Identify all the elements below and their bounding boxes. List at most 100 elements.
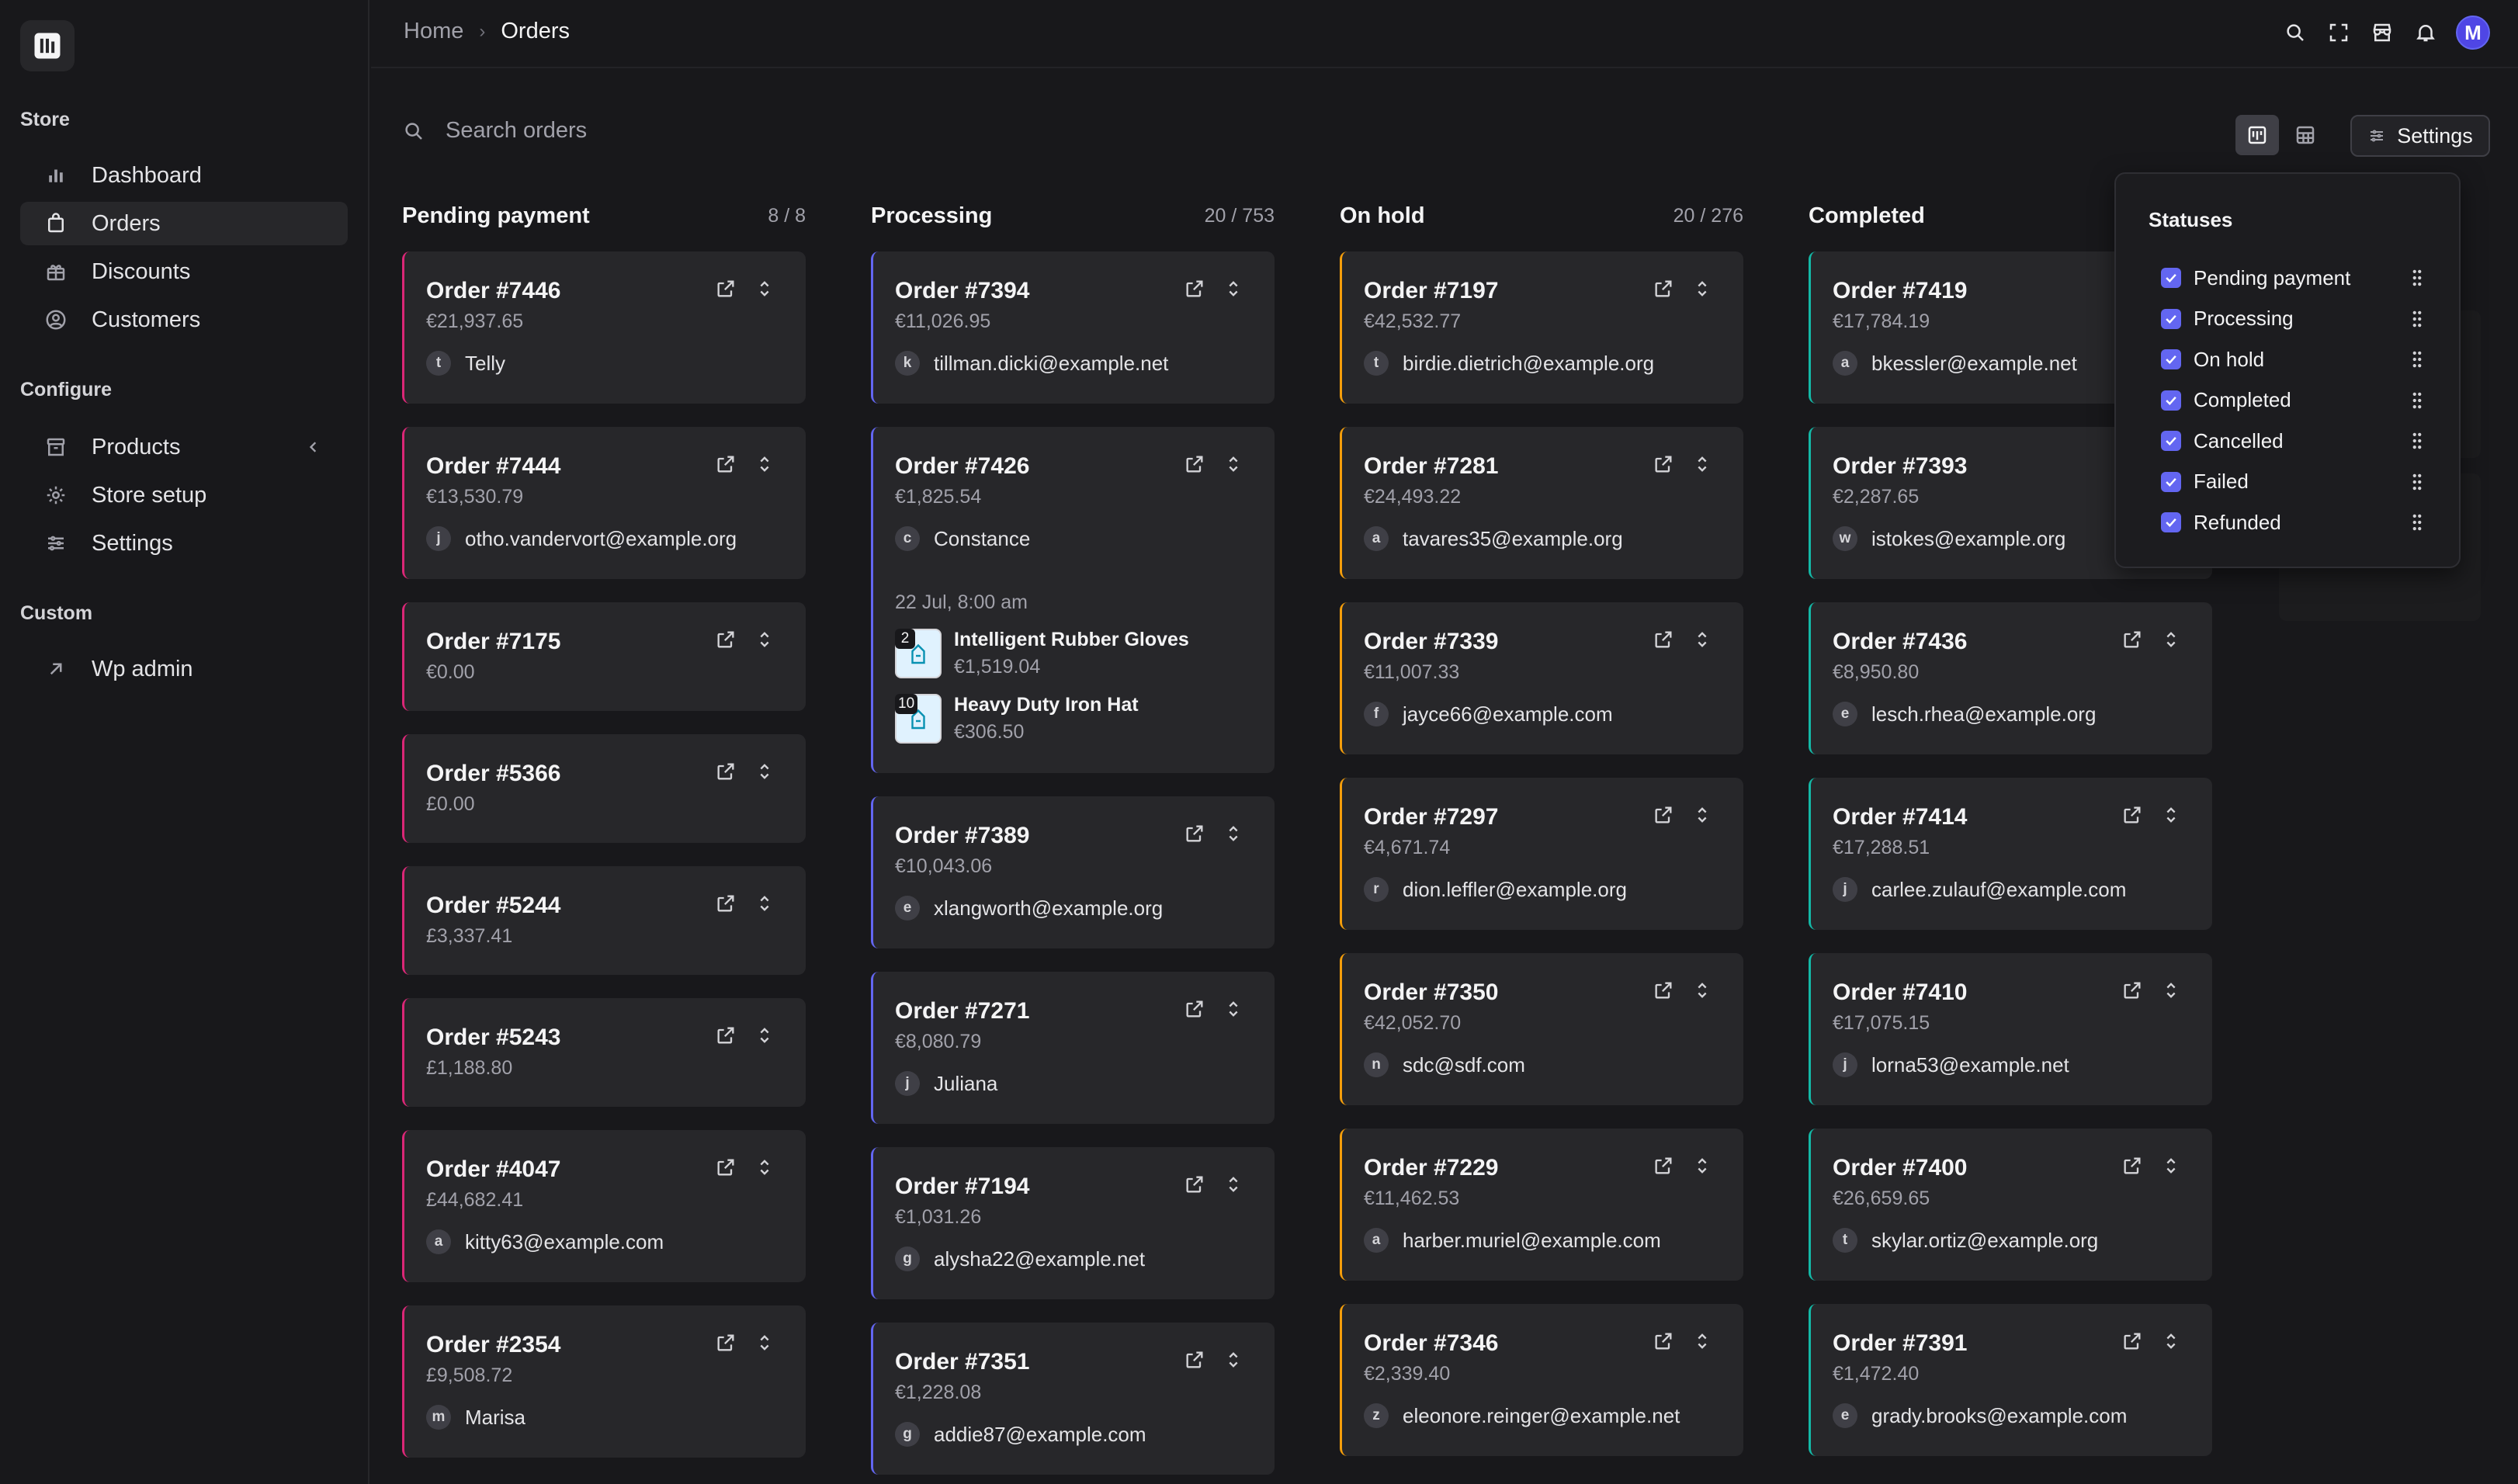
- expand-collapse-icon[interactable]: [1223, 1174, 1249, 1200]
- expand-collapse-icon[interactable]: [754, 893, 780, 919]
- order-card[interactable]: Order #7444 €13,530.79 j otho.vandervort@ex…: [402, 427, 806, 579]
- order-card[interactable]: Order #7339 €11,007.33 f jayce66@example.co…: [1340, 602, 1743, 754]
- order-card[interactable]: Order #7391 €1,472.40 e grady.brooks@exampl…: [1809, 1304, 2212, 1456]
- expand-collapse-icon[interactable]: [754, 278, 780, 304]
- open-external-icon[interactable]: [715, 453, 741, 480]
- drag-handle-icon[interactable]: [2409, 349, 2425, 369]
- expand-collapse-icon[interactable]: [754, 1332, 780, 1358]
- open-external-icon[interactable]: [2121, 1155, 2148, 1181]
- expand-collapse-icon[interactable]: [1691, 980, 1718, 1006]
- open-external-icon[interactable]: [715, 1156, 741, 1183]
- status-checkbox[interactable]: [2161, 512, 2181, 532]
- order-card[interactable]: Order #7351 €1,228.08 g addie87@example.com: [871, 1323, 1275, 1475]
- expand-collapse-icon[interactable]: [2160, 980, 2187, 1006]
- open-external-icon[interactable]: [1653, 1155, 1679, 1181]
- open-external-icon[interactable]: [1184, 998, 1210, 1025]
- order-card[interactable]: Order #7389 €10,043.06 e xlangworth@example…: [871, 796, 1275, 948]
- order-card[interactable]: Order #7175 €0.00: [402, 602, 806, 711]
- order-card[interactable]: Order #7194 €1,031.26 g alysha22@example.ne…: [871, 1147, 1275, 1299]
- status-checkbox[interactable]: [2161, 471, 2181, 492]
- open-external-icon[interactable]: [2121, 1330, 2148, 1357]
- sidebar-item-wp-admin[interactable]: Wp admin: [20, 647, 348, 691]
- open-external-icon[interactable]: [1653, 804, 1679, 830]
- expand-collapse-icon[interactable]: [2160, 629, 2187, 655]
- expand-collapse-icon[interactable]: [754, 1025, 780, 1051]
- open-external-icon[interactable]: [1184, 823, 1210, 849]
- store-icon[interactable]: [2369, 19, 2395, 46]
- order-card[interactable]: Order #5244 £3,337.41: [402, 866, 806, 975]
- open-external-icon[interactable]: [1653, 453, 1679, 480]
- open-external-icon[interactable]: [715, 278, 741, 304]
- status-checkbox[interactable]: [2161, 349, 2181, 369]
- chevron-left-icon[interactable]: [303, 436, 324, 458]
- bell-icon[interactable]: [2412, 19, 2439, 46]
- expand-collapse-icon[interactable]: [2160, 1330, 2187, 1357]
- open-external-icon[interactable]: [1184, 453, 1210, 480]
- order-card[interactable]: Order #5366 £0.00: [402, 734, 806, 843]
- order-card[interactable]: Order #4047 £44,682.41 a kitty63@example.co…: [402, 1130, 806, 1282]
- open-external-icon[interactable]: [1184, 1349, 1210, 1375]
- kanban-view-button[interactable]: [2235, 115, 2279, 155]
- open-external-icon[interactable]: [1184, 1174, 1210, 1200]
- order-card[interactable]: Order #2354 £9,508.72 m Marisa: [402, 1305, 806, 1458]
- open-external-icon[interactable]: [715, 629, 741, 655]
- open-external-icon[interactable]: [715, 1332, 741, 1358]
- search-input[interactable]: [446, 118, 911, 144]
- logo[interactable]: [20, 20, 75, 71]
- expand-collapse-icon[interactable]: [1223, 1349, 1249, 1375]
- avatar[interactable]: M: [2456, 16, 2490, 50]
- table-view-button[interactable]: [2284, 115, 2327, 155]
- order-card[interactable]: Order #7426 €1,825.54 c Constance 22 Jul, 8:…: [871, 427, 1275, 773]
- expand-collapse-icon[interactable]: [1223, 998, 1249, 1025]
- drag-handle-icon[interactable]: [2409, 472, 2425, 492]
- fullscreen-icon[interactable]: [2326, 19, 2352, 46]
- expand-collapse-icon[interactable]: [1223, 823, 1249, 849]
- expand-collapse-icon[interactable]: [1691, 453, 1718, 480]
- sidebar-item-dashboard[interactable]: Dashboard: [20, 154, 348, 197]
- order-card[interactable]: Order #7281 €24,493.22 a tavares35@example.…: [1340, 427, 1743, 579]
- drag-handle-icon[interactable]: [2409, 512, 2425, 532]
- expand-collapse-icon[interactable]: [1691, 1330, 1718, 1357]
- open-external-icon[interactable]: [715, 761, 741, 787]
- sidebar-item-store-setup[interactable]: Store setup: [20, 473, 348, 517]
- open-external-icon[interactable]: [1653, 980, 1679, 1006]
- expand-collapse-icon[interactable]: [1691, 629, 1718, 655]
- open-external-icon[interactable]: [715, 1025, 741, 1051]
- settings-button[interactable]: Settings: [2350, 115, 2490, 157]
- sidebar-item-settings[interactable]: Settings: [20, 522, 348, 565]
- order-card[interactable]: Order #7350 €42,052.70 n sdc@sdf.com: [1340, 953, 1743, 1105]
- order-card[interactable]: Order #7197 €42,532.77 t birdie.dietrich@ex…: [1340, 251, 1743, 404]
- expand-collapse-icon[interactable]: [1691, 278, 1718, 304]
- drag-handle-icon[interactable]: [2409, 268, 2425, 288]
- order-card[interactable]: Order #7446 €21,937.65 t Telly: [402, 251, 806, 404]
- open-external-icon[interactable]: [2121, 804, 2148, 830]
- order-card[interactable]: Order #7297 €4,671.74 r dion.leffler@exampl…: [1340, 778, 1743, 930]
- sidebar-item-orders[interactable]: Orders: [20, 202, 348, 245]
- order-card[interactable]: Order #7229 €11,462.53 a harber.muriel@exam…: [1340, 1129, 1743, 1281]
- expand-collapse-icon[interactable]: [754, 1156, 780, 1183]
- order-card[interactable]: Order #7400 €26,659.65 t skylar.ortiz@examp…: [1809, 1129, 2212, 1281]
- expand-collapse-icon[interactable]: [754, 453, 780, 480]
- expand-collapse-icon[interactable]: [2160, 804, 2187, 830]
- expand-collapse-icon[interactable]: [1691, 1155, 1718, 1181]
- status-checkbox[interactable]: [2161, 431, 2181, 451]
- order-card[interactable]: Order #7346 €2,339.40 z eleonore.reinger@ex…: [1340, 1304, 1743, 1456]
- sidebar-item-products[interactable]: Products: [20, 425, 348, 469]
- open-external-icon[interactable]: [1184, 278, 1210, 304]
- open-external-icon[interactable]: [2121, 629, 2148, 655]
- drag-handle-icon[interactable]: [2409, 309, 2425, 329]
- status-checkbox[interactable]: [2161, 390, 2181, 411]
- expand-collapse-icon[interactable]: [754, 761, 780, 787]
- drag-handle-icon[interactable]: [2409, 431, 2425, 451]
- order-card[interactable]: Order #7410 €17,075.15 j lorna53@example.ne…: [1809, 953, 2212, 1105]
- order-card[interactable]: Order #5243 £1,188.80: [402, 998, 806, 1107]
- expand-collapse-icon[interactable]: [1223, 278, 1249, 304]
- expand-collapse-icon[interactable]: [754, 629, 780, 655]
- expand-collapse-icon[interactable]: [2160, 1155, 2187, 1181]
- breadcrumb-home[interactable]: Home: [404, 19, 463, 44]
- order-card[interactable]: Order #7394 €11,026.95 k tillman.dicki@exam…: [871, 251, 1275, 404]
- open-external-icon[interactable]: [1653, 629, 1679, 655]
- open-external-icon[interactable]: [1653, 278, 1679, 304]
- sidebar-item-customers[interactable]: Customers: [20, 298, 348, 342]
- open-external-icon[interactable]: [2121, 980, 2148, 1006]
